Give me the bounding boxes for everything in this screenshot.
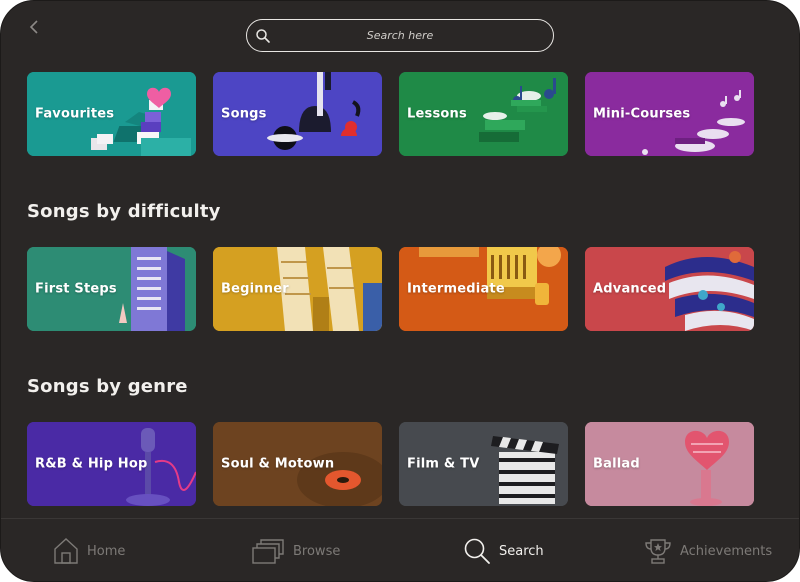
card-advanced[interactable]: Advanced	[585, 247, 754, 331]
search-bar[interactable]	[246, 19, 554, 52]
section-title-genre: Songs by genre	[27, 376, 188, 397]
back-button[interactable]	[27, 15, 47, 39]
card-soul-motown[interactable]: Soul & Motown	[213, 422, 382, 506]
difficulty-row: First Steps Beginner Intermediate Advanc…	[27, 247, 754, 331]
tab-browse[interactable]: Browse	[251, 519, 341, 581]
card-label: Soul & Motown	[221, 456, 335, 472]
tab-browse-label: Browse	[293, 543, 341, 559]
card-label: Film & TV	[407, 456, 480, 472]
search-icon	[464, 538, 490, 564]
bottom-tab-bar: Home Browse Search Achievements	[1, 518, 799, 581]
card-label: Mini-Courses	[593, 106, 691, 122]
tab-home-label: Home	[87, 543, 126, 559]
tab-achievements[interactable]: Achievements	[644, 519, 773, 581]
card-label: Lessons	[407, 106, 467, 122]
card-intermediate[interactable]: Intermediate	[399, 247, 568, 331]
card-mini-courses[interactable]: Mini-Courses	[585, 72, 754, 156]
trophy-icon	[645, 539, 671, 564]
card-beginner[interactable]: Beginner	[213, 247, 382, 331]
card-label: Songs	[221, 106, 267, 122]
category-row: Favourites Songs Lessons Mini-Courses	[27, 72, 754, 156]
app-window: Favourites Songs	[0, 0, 800, 582]
card-lessons[interactable]: Lessons	[399, 72, 568, 156]
card-label: Beginner	[221, 281, 289, 297]
tab-search[interactable]: Search	[463, 519, 544, 581]
card-songs[interactable]: Songs	[213, 72, 382, 156]
search-icon	[256, 29, 270, 43]
section-title-difficulty: Songs by difficulty	[27, 201, 221, 222]
tab-achievements-label: Achievements	[680, 543, 773, 559]
card-label: Ballad	[593, 456, 640, 472]
home-icon	[54, 538, 78, 564]
genre-row: R&B & Hip Hop Soul & Motown Film & TV Ba…	[27, 422, 754, 506]
chevron-left-icon	[29, 20, 38, 34]
card-film-tv[interactable]: Film & TV	[399, 422, 568, 506]
card-label: Favourites	[35, 106, 115, 122]
card-favourites[interactable]: Favourites	[27, 72, 196, 156]
card-first-steps[interactable]: First Steps	[27, 247, 196, 331]
card-rnb-hip-hop[interactable]: R&B & Hip Hop	[27, 422, 196, 506]
card-label: Advanced	[593, 281, 667, 297]
card-label: R&B & Hip Hop	[35, 456, 148, 472]
browse-icon	[252, 539, 284, 564]
card-ballad[interactable]: Ballad	[585, 422, 754, 506]
card-label: Intermediate	[407, 281, 505, 297]
search-input[interactable]	[247, 20, 553, 51]
tab-home[interactable]: Home	[53, 519, 126, 581]
tab-search-label: Search	[499, 543, 544, 559]
card-label: First Steps	[35, 281, 117, 297]
